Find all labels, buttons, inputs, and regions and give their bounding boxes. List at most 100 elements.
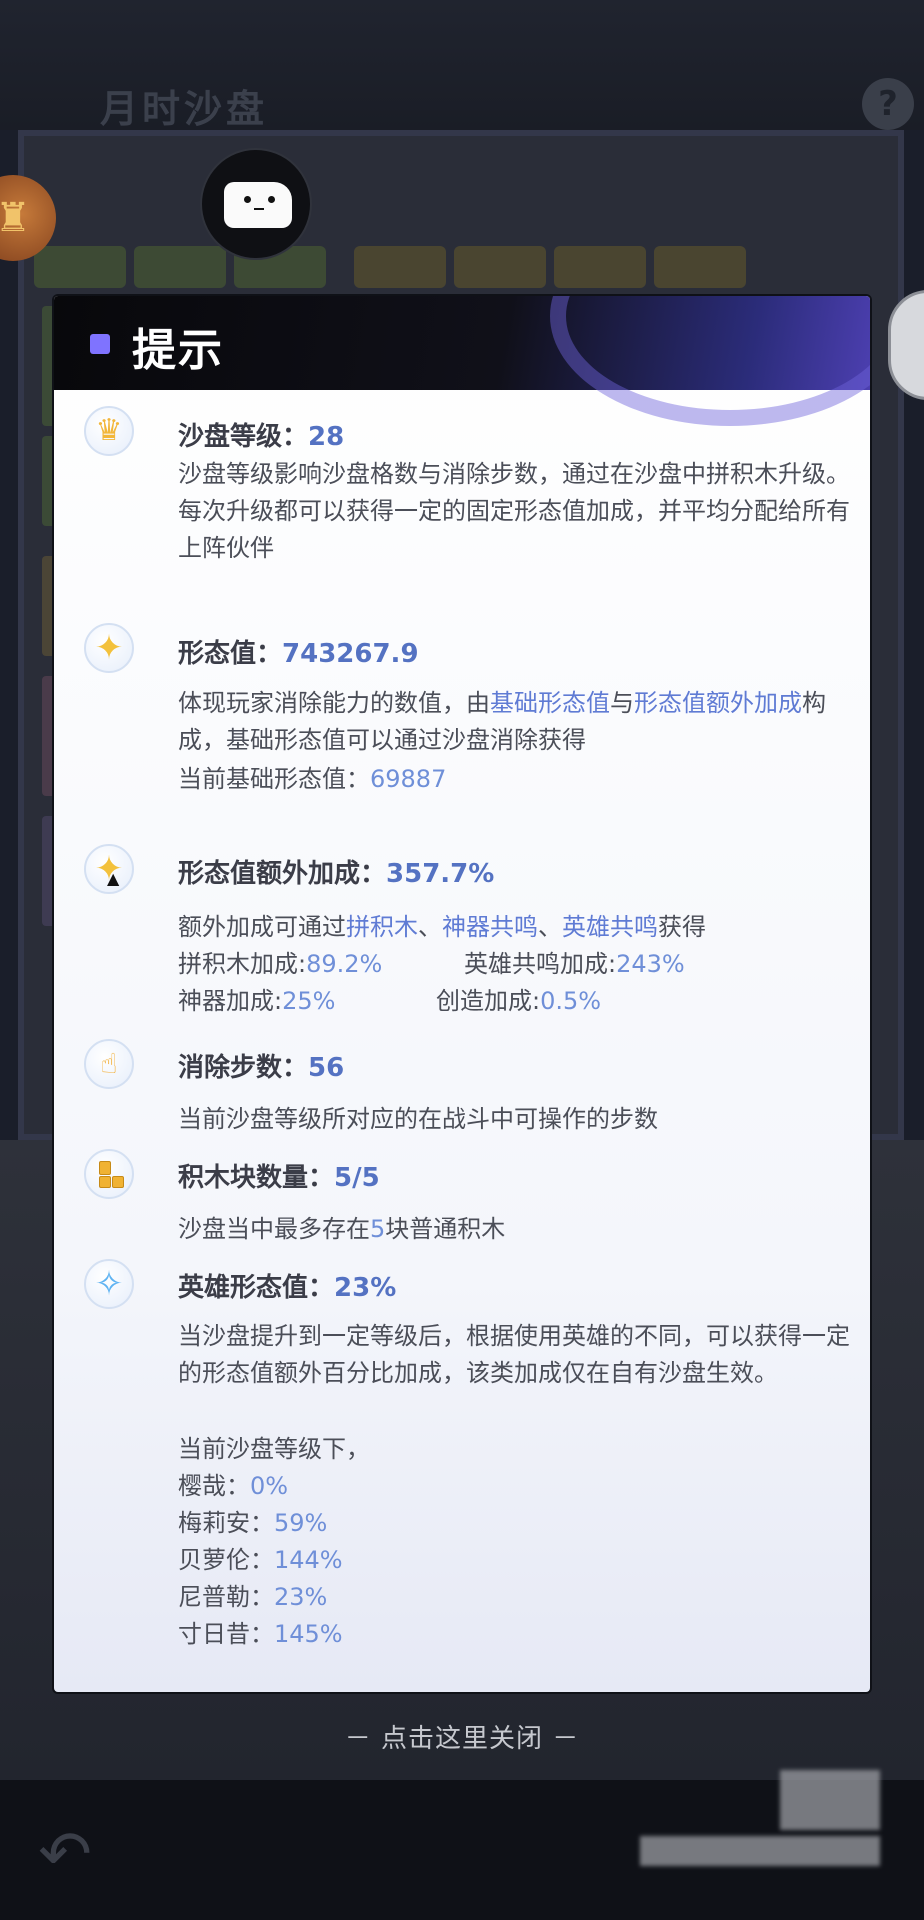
star-icon: ✦ [84, 623, 134, 673]
blurred-watermark [640, 1836, 880, 1866]
blocks-desc: 沙盘当中最多存在5块普通积木 [178, 1209, 505, 1244]
mascot-eye [244, 196, 251, 203]
hero-source-link[interactable]: 英雄共鸣 [562, 913, 658, 941]
blurred-watermark [780, 1770, 880, 1830]
artifact-bonus-label: 神器加成: [178, 987, 283, 1015]
mascot-face-icon [224, 182, 292, 228]
steps-value: 56 [308, 1053, 345, 1083]
dialog-title: 提示 [132, 325, 224, 376]
blocks-desc-text: 沙盘当中最多存在 [178, 1215, 370, 1243]
sandbox-level-heading: 沙盘等级：28 [178, 416, 344, 453]
blocks-value: 5/5 [334, 1163, 380, 1193]
hero-bonus-row: 尼普勒：23% [178, 1577, 327, 1612]
hero-form-desc: 当沙盘提升到一定等级后，根据使用英雄的不同，可以获得一定的形态值额外百分比加成，… [178, 1322, 850, 1387]
board-cell [134, 246, 226, 288]
board-cell [454, 246, 546, 288]
artifact-bonus-value: 25% [282, 987, 336, 1015]
hero-name: 梅莉安： [178, 1509, 274, 1537]
crown-icon: ♛ [84, 406, 134, 456]
mascot-avatar[interactable] [200, 148, 312, 260]
create-bonus-value: 0.5% [540, 987, 602, 1015]
hero-bonus-row: 寸日昔：145% [178, 1614, 343, 1649]
steps-desc: 当前沙盘等级所对应的在战斗中可操作的步数 [178, 1105, 658, 1133]
block-source-link[interactable]: 拼积木 [346, 913, 418, 941]
block-piece [99, 1176, 111, 1188]
mascot-eye [268, 196, 275, 203]
block-piece [112, 1176, 124, 1188]
hero-form-value: 23% [334, 1273, 397, 1303]
hero-bonus-label: 英雄共鸣加成: [464, 950, 617, 978]
form-value-desc-text: 体现玩家消除能力的数值，由 [178, 689, 490, 717]
extra-bonus-desc-text: 额外加成可通过 [178, 913, 346, 941]
form-value-label: 形态值： [178, 639, 283, 669]
hero-name: 尼普勒： [178, 1583, 274, 1611]
artifact-bonus-line: 神器加成:25% [178, 981, 335, 1016]
form-value-desc-text: 与 [610, 689, 634, 717]
create-bonus-line: 创造加成:0.5% [436, 981, 601, 1016]
board-cell [34, 246, 126, 288]
base-form-value-link[interactable]: 基础形态值 [490, 689, 610, 717]
block-bonus-value: 89.2% [306, 950, 383, 978]
block-bonus-label: 拼积木加成: [178, 950, 307, 978]
extra-bonus-sources: 额外加成可通过拼积木、神器共鸣、英雄共鸣获得 [178, 907, 706, 942]
form-value-heading: 形态值：743267.9 [178, 633, 419, 670]
header-decoration [550, 296, 870, 426]
back-arrow-icon[interactable]: ↶ [30, 1820, 100, 1890]
hero-form-label: 英雄形态值： [178, 1273, 335, 1303]
blocks-heading: 积木块数量：5/5 [178, 1157, 380, 1194]
form-bonus-link[interactable]: 形态值额外加成 [634, 689, 802, 717]
blocks-desc-text: 块普通积木 [385, 1215, 506, 1243]
crystal-icon: ✧ [84, 1259, 134, 1309]
header-square-icon [90, 334, 110, 354]
base-form-value-label: 当前基础形态值： [178, 765, 370, 793]
extra-bonus-value: 357.7% [386, 859, 495, 889]
tip-dialog: 提示 ♛ 沙盘等级：28 沙盘等级影响沙盘格数与消除步数，通过在沙盘中拼积木升级… [54, 296, 870, 1692]
block-piece [99, 1161, 111, 1175]
close-dialog-hint[interactable]: － 点击这里关闭 － [0, 1718, 924, 1755]
hero-value: 144% [274, 1546, 343, 1574]
form-value-value: 743267.9 [282, 639, 419, 669]
separator: 、 [538, 913, 562, 941]
steps-heading: 消除步数：56 [178, 1047, 344, 1084]
steps-label: 消除步数： [178, 1053, 309, 1083]
board-cell [654, 246, 746, 288]
hero-form-heading: 英雄形态值：23% [178, 1267, 396, 1304]
blocks-icon [84, 1149, 134, 1199]
hero-bonus-value: 243% [616, 950, 685, 978]
extra-bonus-desc-text: 获得 [658, 913, 706, 941]
sandbox-level-value: 28 [308, 422, 345, 452]
blocks-label: 积木块数量： [178, 1163, 335, 1193]
hero-bonus-row: 樱哉：0% [178, 1466, 288, 1501]
extra-bonus-heading: 形态值额外加成：357.7% [178, 853, 494, 890]
base-form-value-line: 当前基础形态值：69887 [178, 759, 446, 794]
hero-value: 145% [274, 1620, 343, 1648]
hero-value: 59% [274, 1509, 328, 1537]
mascot-mouth [254, 206, 264, 210]
blocks-desc-number: 5 [370, 1215, 386, 1243]
artifact-source-link[interactable]: 神器共鸣 [442, 913, 538, 941]
board-cell [354, 246, 446, 288]
hero-bonus-row: 梅莉安：59% [178, 1503, 327, 1538]
form-value-desc: 体现玩家消除能力的数值，由基础形态值与形态值额外加成构成，基础形态值可以通过沙盘… [178, 685, 868, 759]
star-up-icon: ✦ ▲ [84, 844, 134, 894]
extra-bonus-label: 形态值额外加成： [178, 859, 387, 889]
screen-title: 月时沙盘 [100, 87, 269, 131]
block-bonus-line: 拼积木加成:89.2% [178, 944, 382, 979]
hero-bonus-row: 贝萝伦：144% [178, 1540, 343, 1575]
dialog-header: 提示 [54, 296, 870, 426]
foot-icon: ☝ [84, 1039, 134, 1089]
create-bonus-label: 创造加成: [436, 987, 541, 1015]
hero-name: 贝萝伦： [178, 1546, 274, 1574]
separator: 、 [418, 913, 442, 941]
sandbox-level-label: 沙盘等级： [178, 422, 309, 452]
base-form-value-value: 69887 [370, 765, 447, 793]
sandbox-level-desc: 沙盘等级影响沙盘格数与消除步数，通过在沙盘中拼积木升级。每次升级都可以获得一定的… [178, 460, 850, 562]
hero-form-current-label: 当前沙盘等级下， [178, 1435, 370, 1463]
hero-name: 樱哉： [178, 1472, 250, 1500]
help-icon[interactable]: ? [862, 78, 914, 130]
hero-name: 寸日昔： [178, 1620, 274, 1648]
hero-value: 0% [250, 1472, 289, 1500]
board-cell [554, 246, 646, 288]
hero-bonus-line: 英雄共鸣加成:243% [464, 944, 685, 979]
hero-value: 23% [274, 1583, 328, 1611]
